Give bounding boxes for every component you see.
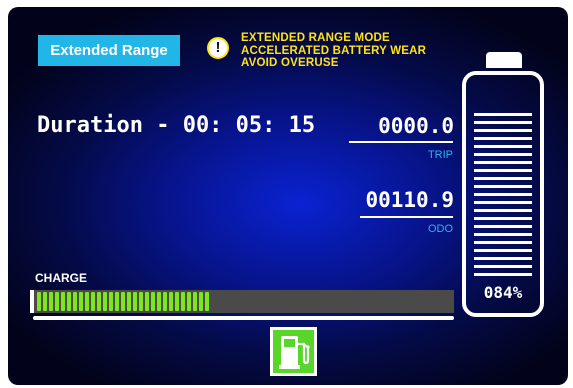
charge-segment: [205, 292, 209, 311]
warning-line: ACCELERATED BATTERY WEAR: [241, 44, 427, 57]
battery-level-bar: [474, 161, 532, 164]
battery-level-bar: [474, 129, 532, 132]
battery-level-bar: [474, 185, 532, 188]
charge-segment: [115, 292, 119, 311]
dashboard-screen: Extended Range ! EXTENDED RANGE MODE ACC…: [8, 7, 568, 385]
battery-level-bar: [474, 265, 532, 268]
battery-level-bar: [474, 273, 532, 276]
battery-level-bar: [474, 153, 532, 156]
charge-bar-fill: [37, 292, 209, 311]
charge-segment: [121, 292, 125, 311]
battery-level-bar: [474, 201, 532, 204]
battery-level-bar: [474, 209, 532, 212]
battery-level-bar: [474, 121, 532, 124]
battery-level-bar: [474, 257, 532, 260]
charge-segment: [85, 292, 89, 311]
charge-segment: [61, 292, 65, 311]
charge-segment: [43, 292, 47, 311]
battery-level-bars: [474, 75, 532, 279]
battery-level-bar: [474, 217, 532, 220]
battery-level-bar: [474, 233, 532, 236]
odo-label: ODO: [427, 223, 453, 235]
charge-segment: [163, 292, 167, 311]
charge-label: CHARGE: [35, 271, 88, 285]
charge-segment: [193, 292, 197, 311]
battery-level-bar: [474, 193, 532, 196]
odo-underline: [360, 216, 453, 218]
charge-segment: [145, 292, 149, 311]
odo-value: 00110.9: [365, 188, 454, 212]
charge-segment: [157, 292, 161, 311]
battery-terminal: [486, 52, 522, 68]
charge-segment: [187, 292, 191, 311]
warning-message: EXTENDED RANGE MODE ACCELERATED BATTERY …: [241, 32, 426, 70]
charge-segment: [79, 292, 83, 311]
fuel-pump-icon: [273, 330, 314, 373]
charge-segment: [109, 292, 113, 311]
charge-segment: [103, 292, 107, 311]
battery-level-bar: [474, 225, 532, 228]
battery-gauge: 084%: [462, 71, 544, 317]
warning-line: AVOID OVERUSE: [241, 57, 339, 69]
fuel-pump-button[interactable]: [270, 327, 317, 376]
charge-segment: [73, 292, 77, 311]
charge-segment: [49, 292, 53, 311]
charge-segment: [127, 292, 131, 311]
charge-segment: [139, 292, 143, 311]
battery-percent: 084%: [483, 283, 523, 302]
charge-segment: [97, 292, 101, 311]
charge-segment: [91, 292, 95, 311]
charge-bar: [30, 290, 454, 313]
trip-value: 0000.0: [378, 114, 454, 138]
charge-segment: [133, 292, 137, 311]
charge-segment: [175, 292, 179, 311]
battery-level-bar: [474, 249, 532, 252]
charge-segment: [37, 292, 41, 311]
charge-segment: [151, 292, 155, 311]
duration-readout: Duration - 00: 05: 15: [37, 113, 316, 138]
trip-label: TRIP: [427, 149, 453, 161]
battery-level-bar: [474, 177, 532, 180]
warning-line: EXTENDED RANGE MODE: [241, 32, 390, 44]
charge-bar-cap: [30, 290, 34, 313]
charge-segment: [199, 292, 203, 311]
charge-segment: [55, 292, 59, 311]
battery-level-bar: [474, 145, 532, 148]
battery-level-bar: [474, 113, 532, 116]
charge-bar-baseline: [33, 316, 454, 320]
exclamation-circle-icon: !: [207, 37, 229, 59]
charge-segment: [169, 292, 173, 311]
trip-underline: [349, 141, 453, 143]
battery-level-bar: [474, 137, 532, 140]
mode-badge[interactable]: Extended Range: [38, 35, 180, 66]
battery-level-bar: [474, 241, 532, 244]
charge-segment: [181, 292, 185, 311]
charge-segment: [67, 292, 71, 311]
battery-level-bar: [474, 169, 532, 172]
